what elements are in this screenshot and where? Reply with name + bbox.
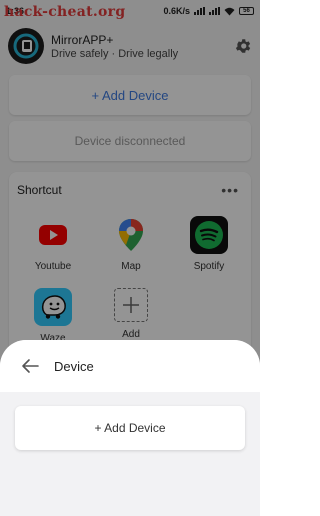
back-arrow-icon[interactable] — [20, 356, 40, 376]
device-bottom-sheet: Device + Add Device — [0, 340, 260, 516]
sheet-title: Device — [54, 358, 94, 374]
sheet-add-device-button[interactable]: + Add Device — [15, 406, 245, 450]
screen: 1:36 0.6K/s 56 hack-cheat.org MirrorAPP+… — [0, 0, 260, 516]
sheet-header: Device — [0, 340, 260, 392]
